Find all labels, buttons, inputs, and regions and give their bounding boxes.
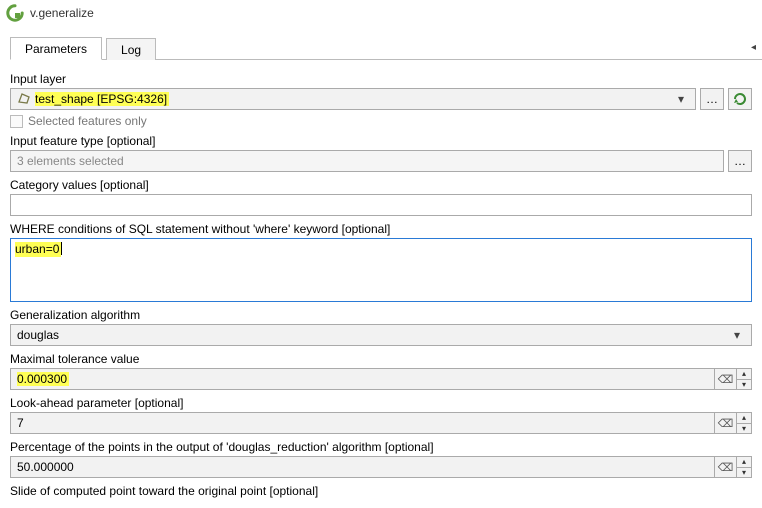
chevron-down-icon: ▾ (729, 328, 745, 342)
text-cursor (61, 242, 62, 255)
category-values-input[interactable] (10, 194, 752, 216)
feature-type-options-button[interactable]: … (728, 150, 752, 172)
dialog-window: v.generalize ◂ Parameters Log Input laye… (0, 0, 762, 508)
lookahead-clear-button[interactable]: ⌫ (714, 412, 736, 434)
label-tolerance: Maximal tolerance value (10, 352, 752, 366)
lookahead-up-button[interactable]: ▴ (737, 413, 751, 424)
window-title: v.generalize (30, 6, 94, 20)
iterate-layers-button[interactable] (728, 88, 752, 110)
tolerance-down-button[interactable]: ▾ (737, 380, 751, 390)
label-slide-cutoff: Slide of computed point toward the origi… (10, 484, 752, 498)
percentage-down-button[interactable]: ▾ (737, 468, 751, 478)
label-category-values: Category values [optional] (10, 178, 752, 192)
percentage-spinner[interactable]: 50.000000 ⌫ ▴ ▾ (10, 456, 752, 478)
tolerance-value: 0.000300 (17, 372, 69, 386)
percentage-value: 50.000000 (17, 460, 74, 474)
tab-bar: Parameters Log (10, 36, 762, 60)
label-feature-type: Input feature type [optional] (10, 134, 752, 148)
selected-features-checkbox[interactable]: Selected features only (10, 114, 752, 128)
tab-log[interactable]: Log (106, 38, 156, 60)
qgis-icon (6, 4, 24, 22)
input-layer-combo[interactable]: test_shape [EPSG:4326] ▾ (10, 88, 696, 110)
feature-type-value: 3 elements selected (17, 154, 124, 168)
parameters-panel: Input layer test_shape [EPSG:4326] ▾ … (0, 60, 762, 498)
lookahead-down-button[interactable]: ▾ (737, 424, 751, 434)
polygon-layer-icon (17, 91, 31, 108)
algorithm-combo[interactable]: douglas ▾ (10, 324, 752, 346)
feature-type-field[interactable]: 3 elements selected (10, 150, 724, 172)
label-algorithm: Generalization algorithm (10, 308, 752, 322)
where-input[interactable]: urban=0 (10, 238, 752, 302)
chevron-down-icon: ▾ (673, 92, 689, 106)
browse-input-button[interactable]: … (700, 88, 724, 110)
label-where: WHERE conditions of SQL statement withou… (10, 222, 752, 236)
selected-features-label: Selected features only (28, 114, 147, 128)
lookahead-spinner[interactable]: 7 ⌫ ▴ ▾ (10, 412, 752, 434)
where-value: urban=0 (15, 242, 61, 257)
label-lookahead: Look-ahead parameter [optional] (10, 396, 752, 410)
tolerance-up-button[interactable]: ▴ (737, 369, 751, 380)
tab-parameters[interactable]: Parameters (10, 37, 102, 60)
label-input-layer: Input layer (10, 72, 752, 86)
percentage-up-button[interactable]: ▴ (737, 457, 751, 468)
tolerance-clear-button[interactable]: ⌫ (714, 368, 736, 390)
tolerance-spinner[interactable]: 0.000300 ⌫ ▴ ▾ (10, 368, 752, 390)
percentage-clear-button[interactable]: ⌫ (714, 456, 736, 478)
algorithm-value: douglas (17, 328, 59, 342)
title-bar: v.generalize (0, 0, 762, 26)
checkbox-icon (10, 115, 23, 128)
lookahead-value: 7 (17, 416, 24, 430)
input-layer-value: test_shape [EPSG:4326] (35, 92, 169, 106)
label-percentage: Percentage of the points in the output o… (10, 440, 752, 454)
